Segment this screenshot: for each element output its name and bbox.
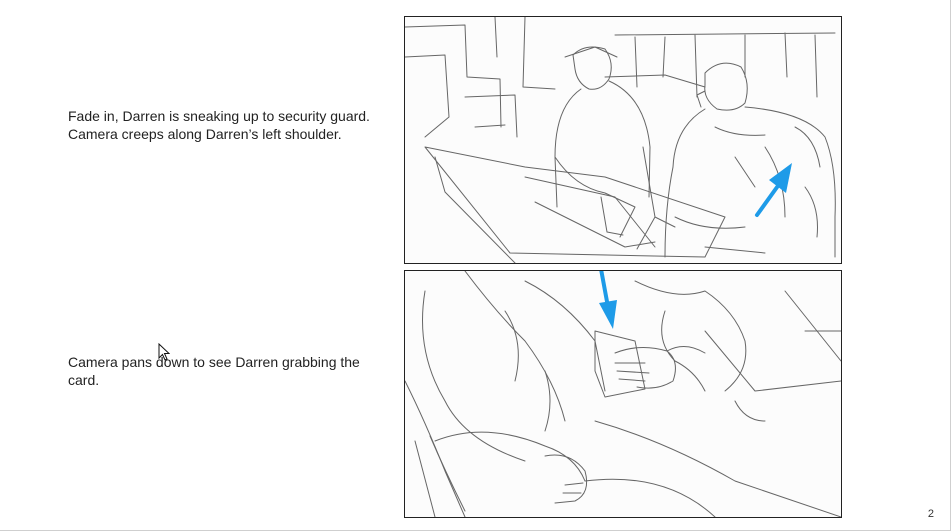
shot-1-caption: Fade in, Darren is sneaking up to securi… xyxy=(68,108,370,142)
storyboard-slide: Fade in, Darren is sneaking up to securi… xyxy=(0,0,951,531)
storyboard-frame-2 xyxy=(404,270,842,518)
frame-1-sketch xyxy=(405,17,836,263)
page-number: 2 xyxy=(927,508,934,520)
frame-2-sketch xyxy=(405,271,841,517)
mouse-pointer-icon xyxy=(158,343,170,361)
arrow-up-right-icon xyxy=(755,163,792,217)
storyboard-frame-1 xyxy=(404,16,842,264)
arrow-down-icon xyxy=(599,271,617,329)
shot-2-caption: Camera pans down to see Darren grabbing … xyxy=(68,354,360,388)
